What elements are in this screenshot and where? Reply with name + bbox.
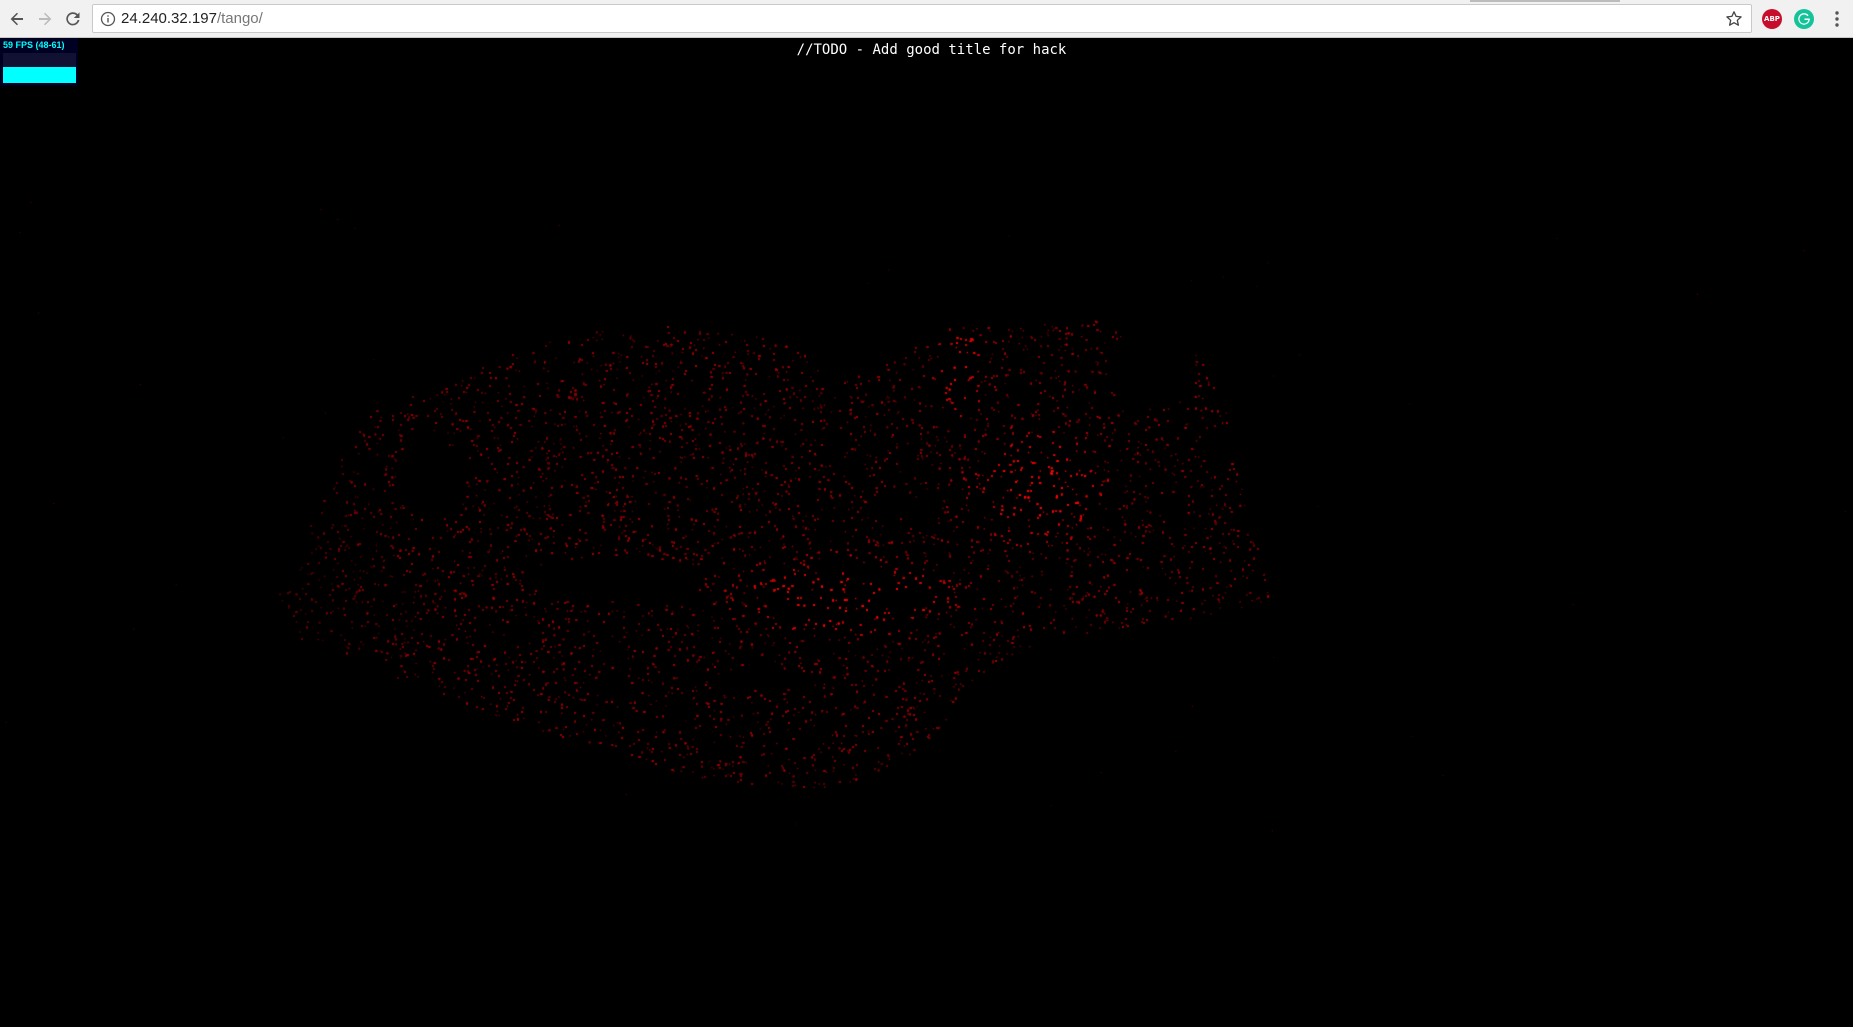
adblock-plus-icon[interactable]: ABP: [1762, 9, 1782, 29]
reload-button[interactable]: [61, 7, 85, 31]
reload-icon: [66, 12, 80, 26]
info-icon[interactable]: [100, 11, 116, 27]
grammarly-g-glyph: [1798, 13, 1810, 25]
grammarly-icon[interactable]: [1794, 9, 1814, 29]
webgl-viewport[interactable]: //TODO - Add good title for hack 59 FPS …: [0, 38, 1853, 1027]
page-title: //TODO - Add good title for hack: [796, 42, 1067, 58]
forward-button[interactable]: [33, 7, 57, 31]
back-button[interactable]: [5, 7, 29, 31]
url-path: /tango/: [216, 10, 263, 27]
fps-stats-panel[interactable]: 59 FPS (48-61): [0, 38, 78, 86]
browser-toolbar: 24.240.32.197/tango/ ABP: [0, 0, 1853, 38]
fps-readout: 59 FPS (48-61): [3, 40, 65, 50]
url-text[interactable]: 24.240.32.197/tango/: [121, 10, 263, 28]
forward-arrow-icon: [39, 12, 52, 26]
url-host: 24.240.32.197: [121, 10, 217, 27]
fps-graph-fill: [3, 66, 76, 83]
fps-graph: [3, 53, 76, 83]
star-icon[interactable]: [1725, 10, 1743, 28]
kebab-menu-icon: [1835, 11, 1839, 27]
back-arrow-icon: [10, 12, 23, 26]
browser-menu-button[interactable]: [1828, 8, 1846, 30]
address-bar[interactable]: 24.240.32.197/tango/: [92, 4, 1752, 33]
tab-strip-edge: [1470, 0, 1620, 2]
point-cloud-canvas[interactable]: [0, 38, 1853, 1027]
